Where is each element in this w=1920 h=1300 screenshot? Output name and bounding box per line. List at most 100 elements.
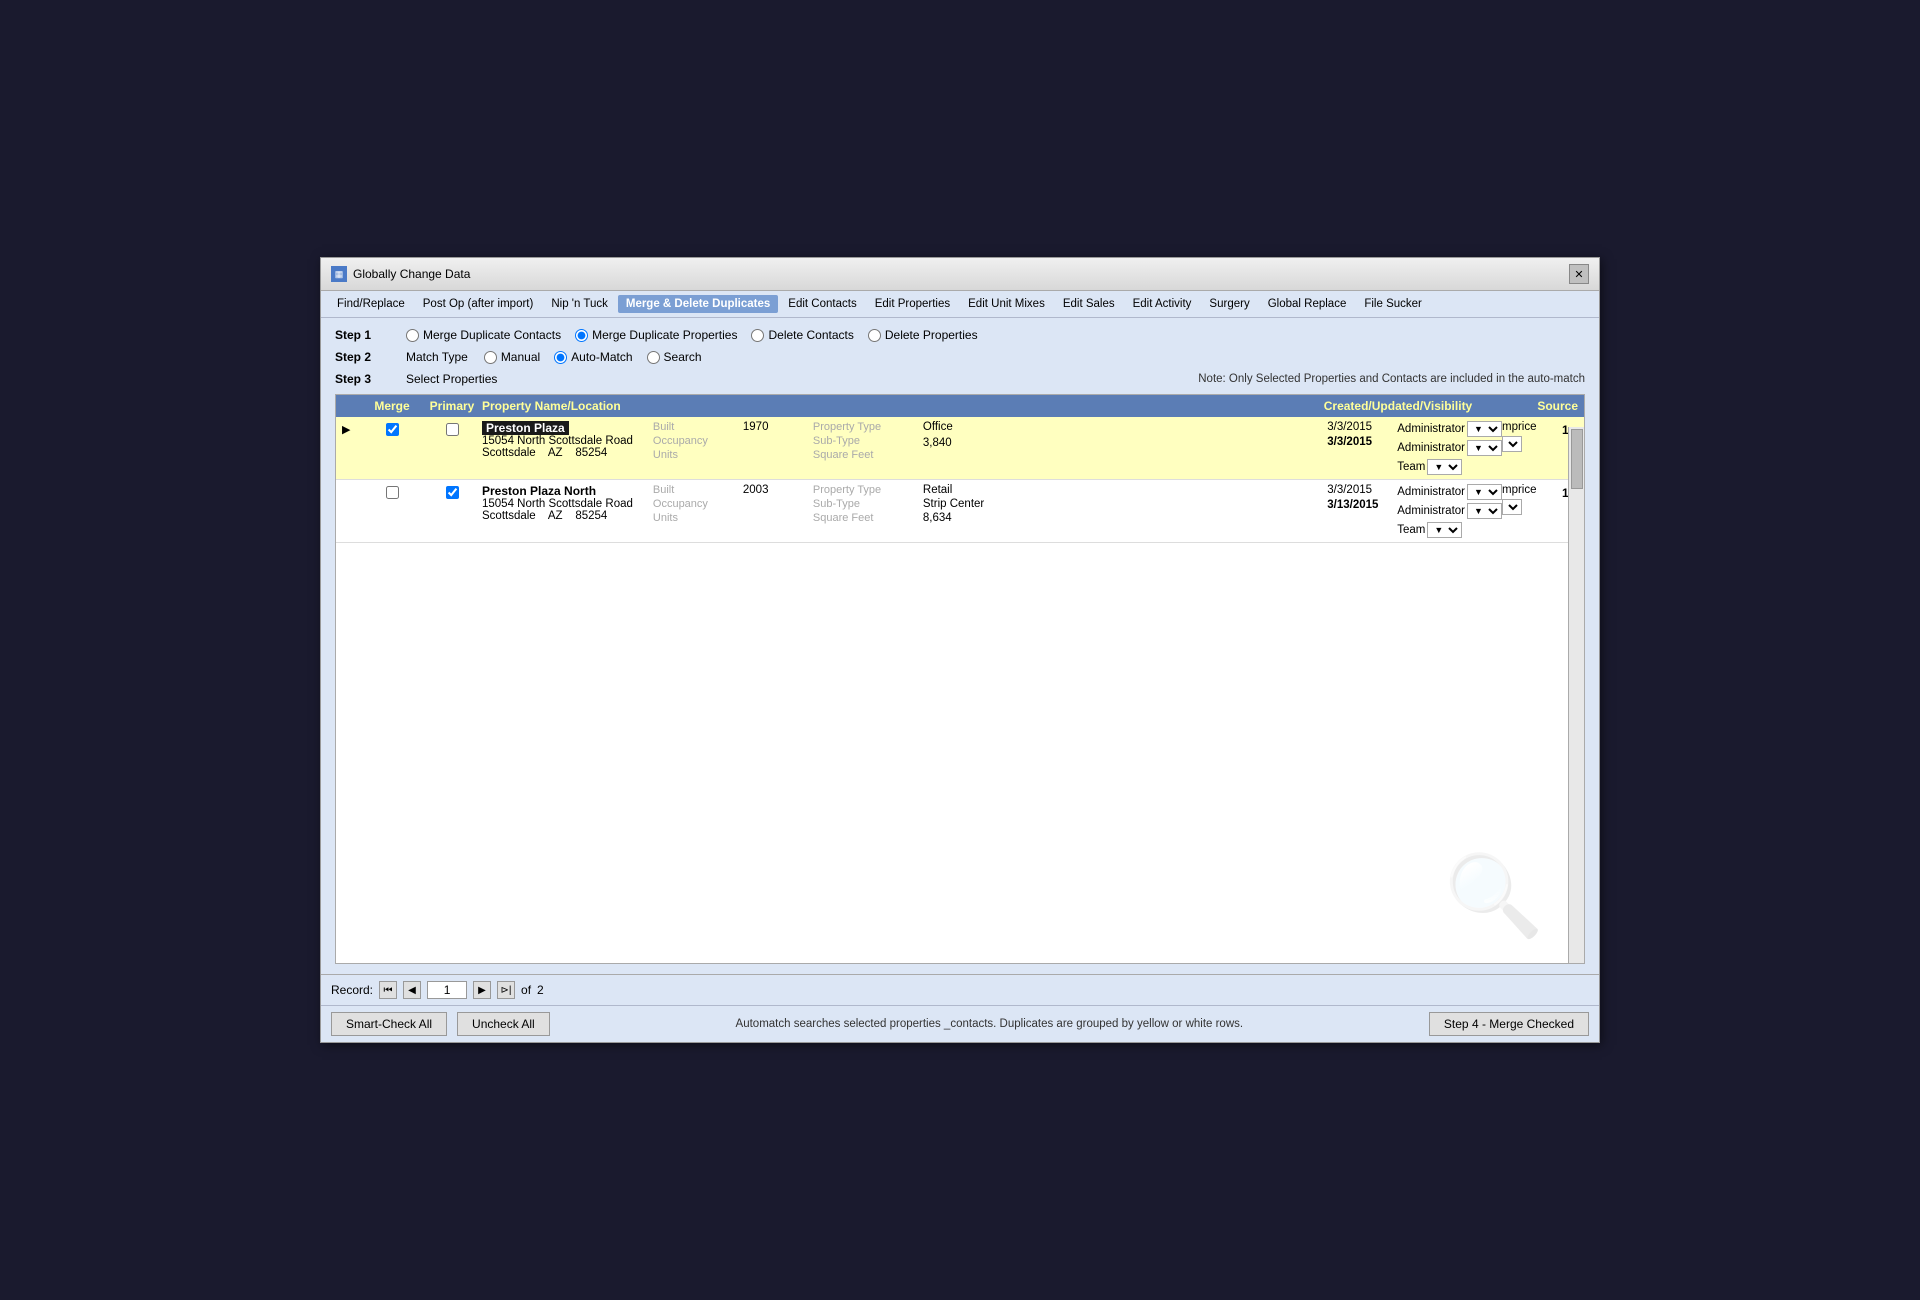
merge-properties-radio[interactable]	[575, 329, 588, 342]
step2-search[interactable]: Search	[647, 350, 702, 364]
scrollbar[interactable]	[1568, 427, 1584, 963]
step2-auto-match[interactable]: Auto-Match	[554, 350, 632, 364]
row-name-section-2: Preston Plaza North 15054 North Scottsda…	[482, 484, 1327, 524]
manual-radio[interactable]	[484, 351, 497, 364]
title-bar-left: ▦ Globally Change Data	[331, 266, 470, 282]
step2-label: Step 2	[335, 350, 390, 364]
menu-item-edit-sales[interactable]: Edit Sales	[1055, 295, 1123, 313]
search-label: Search	[664, 350, 702, 364]
row-merge-2[interactable]	[362, 484, 422, 499]
vis3-2: Team	[1397, 524, 1425, 536]
delete-contacts-label: Delete Contacts	[768, 328, 853, 342]
smart-check-all-button[interactable]: Smart-Check All	[331, 1012, 447, 1036]
sqft-val-2: 8,634	[923, 512, 1013, 524]
step1-merge-properties[interactable]: Merge Duplicate Properties	[575, 328, 737, 342]
step1-merge-contacts[interactable]: Merge Duplicate Contacts	[406, 328, 561, 342]
vis2-select-2[interactable]: ▼	[1467, 503, 1502, 519]
dates-col-2: 3/3/2015 3/13/2015	[1327, 484, 1397, 514]
step2-manual[interactable]: Manual	[484, 350, 540, 364]
menu-item-post-op[interactable]: Post Op (after import)	[415, 295, 542, 313]
delete-properties-radio[interactable]	[868, 329, 881, 342]
proptype-val-1: Office	[923, 421, 1013, 433]
step1-delete-contacts[interactable]: Delete Contacts	[751, 328, 853, 342]
date2-1: 3/3/2015	[1327, 436, 1397, 448]
title-bar: ▦ Globally Change Data ✕	[321, 258, 1599, 291]
vis3-select-1[interactable]: ▼	[1427, 459, 1462, 475]
property-city-2: Scottsdale AZ 85254	[482, 510, 633, 522]
window-icon: ▦	[331, 266, 347, 282]
prev-page-button[interactable]: ◀	[403, 981, 421, 999]
vis1-1: Administrator	[1397, 423, 1465, 435]
date2-2: 3/13/2015	[1327, 499, 1397, 511]
record-label: Record:	[331, 983, 373, 997]
status-text: Automatch searches selected properties _…	[560, 1018, 1419, 1030]
col-primary-header: Primary	[422, 399, 482, 413]
auto-match-label: Auto-Match	[571, 350, 632, 364]
sqft-label-2: Square Feet	[813, 512, 903, 524]
main-window: ▦ Globally Change Data ✕ Find/ReplacePos…	[320, 257, 1600, 1043]
built-val-2: 2003	[743, 484, 793, 496]
last-page-button[interactable]: ⊳|	[497, 981, 515, 999]
col-dates-header: Created/Updated/Visibility	[1298, 399, 1498, 413]
step1-delete-properties[interactable]: Delete Properties	[868, 328, 978, 342]
menu-item-edit-contacts[interactable]: Edit Contacts	[780, 295, 864, 313]
menu-item-nip-tuck[interactable]: Nip 'n Tuck	[543, 295, 616, 313]
row-primary-2[interactable]	[422, 484, 482, 499]
menu-item-find-replace[interactable]: Find/Replace	[329, 295, 413, 313]
source-select-2[interactable]: ▼	[1502, 499, 1522, 515]
built-label-1: Built	[653, 421, 723, 433]
source-col-2: mprice ▼	[1502, 484, 1562, 515]
auto-match-radio[interactable]	[554, 351, 567, 364]
merge-contacts-radio[interactable]	[406, 329, 419, 342]
first-page-button[interactable]: ⏮	[379, 981, 397, 999]
merge-properties-label: Merge Duplicate Properties	[592, 328, 737, 342]
merge-checkbox-1[interactable]	[386, 423, 399, 436]
search-watermark-icon: 🔍	[1444, 849, 1544, 943]
occupancy-label-1: Occupancy	[653, 435, 723, 447]
row-arrow-1: ▶	[342, 421, 362, 436]
merge-checked-button[interactable]: Step 4 - Merge Checked	[1429, 1012, 1589, 1036]
vis2-select-1[interactable]: ▼	[1467, 440, 1502, 456]
uncheck-all-button[interactable]: Uncheck All	[457, 1012, 550, 1036]
menu-item-global-replace[interactable]: Global Replace	[1260, 295, 1355, 313]
merge-checkbox-2[interactable]	[386, 486, 399, 499]
next-page-button[interactable]: ▶	[473, 981, 491, 999]
table-row-2: Preston Plaza North 15054 North Scottsda…	[336, 480, 1584, 543]
subtype-label-1: Sub-Type	[813, 435, 903, 447]
col-source-header: Source	[1498, 399, 1578, 413]
match-type-label: Match Type	[406, 350, 468, 364]
total-pages: 2	[537, 983, 544, 997]
vis1-select-1[interactable]: ▼	[1467, 421, 1502, 437]
step1-options: Merge Duplicate Contacts Merge Duplicate…	[406, 328, 978, 342]
menu-item-file-sucker[interactable]: File Sucker	[1356, 295, 1430, 313]
delete-contacts-radio[interactable]	[751, 329, 764, 342]
step2-options: Manual Auto-Match Search	[484, 350, 702, 364]
pagination-bar: Record: ⏮ ◀ ▶ ⊳| of 2	[321, 974, 1599, 1005]
primary-checkbox-1[interactable]	[446, 423, 459, 436]
row-primary-1[interactable]	[422, 421, 482, 436]
built-val-1: 1970	[743, 421, 793, 433]
scrollbar-thumb[interactable]	[1571, 429, 1583, 489]
source-select-1[interactable]: ▼	[1502, 436, 1522, 452]
units-label-2: Units	[653, 512, 723, 524]
vis1-select-2[interactable]: ▼	[1467, 484, 1502, 500]
row-merge-1[interactable]	[362, 421, 422, 436]
built-label-2: Built	[653, 484, 723, 496]
property-city-1: Scottsdale AZ 85254	[482, 447, 633, 459]
close-button[interactable]: ✕	[1569, 264, 1589, 284]
primary-checkbox-2[interactable]	[446, 486, 459, 499]
table-row: ▶ Preston Plaza 15054 North Scottsdale R…	[336, 417, 1584, 480]
search-radio[interactable]	[647, 351, 660, 364]
source1-1: mprice	[1502, 421, 1562, 433]
menu-item-edit-unit-mixes[interactable]: Edit Unit Mixes	[960, 295, 1053, 313]
menu-item-surgery[interactable]: Surgery	[1201, 295, 1257, 313]
property-name-2: Preston Plaza North	[482, 484, 633, 498]
vis3-select-2[interactable]: ▼	[1427, 522, 1462, 538]
menu-item-edit-properties[interactable]: Edit Properties	[867, 295, 958, 313]
vis3-1: Team	[1397, 461, 1425, 473]
menu-item-merge-delete[interactable]: Merge & Delete Duplicates	[618, 295, 778, 313]
menu-item-edit-activity[interactable]: Edit Activity	[1125, 295, 1200, 313]
proptype-label-2: Property Type	[813, 484, 903, 496]
merge-contacts-label: Merge Duplicate Contacts	[423, 328, 561, 342]
page-number-input[interactable]	[427, 981, 467, 999]
